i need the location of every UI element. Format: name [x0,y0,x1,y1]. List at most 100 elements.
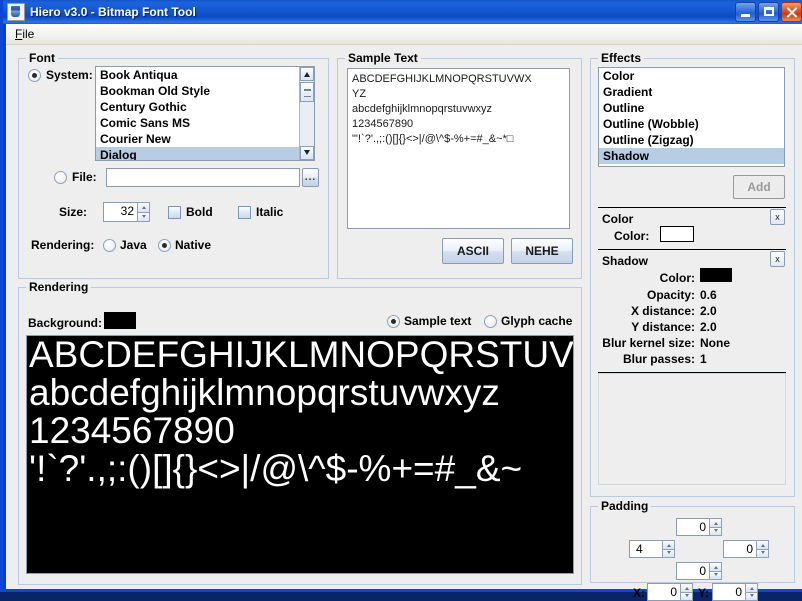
padding-y-stepper[interactable] [745,583,758,601]
color-effect-color-label: Color: [614,229,649,243]
stepper-down-icon[interactable] [137,212,150,223]
background-color-swatch[interactable] [104,312,136,329]
file-font-radio[interactable] [54,171,67,184]
browse-font-file-button[interactable]: ... [302,168,319,187]
stepper-down-icon[interactable] [680,592,693,601]
scroll-up-icon[interactable] [300,67,314,81]
list-item[interactable]: Book Antiqua [96,67,314,83]
padding-left-spinner[interactable]: 4 [629,540,675,558]
rendering-native-radio[interactable] [158,239,171,252]
padding-right-spinner[interactable]: 0 [723,540,769,558]
padding-top-value[interactable]: 0 [676,518,709,536]
background-label: Background: [28,316,102,330]
stepper-up-icon[interactable] [662,540,675,549]
system-font-radio[interactable] [28,69,41,82]
scroll-down-icon[interactable] [300,146,314,160]
padding-x-value[interactable]: 0 [647,583,680,601]
scrollbar-thumb[interactable] [300,82,314,102]
padding-right-stepper[interactable] [756,540,769,558]
preview-line: abcdefghijklmnopqrstuvwxyz [27,374,573,412]
maximize-button[interactable] [758,2,779,22]
shadow-color-swatch[interactable] [700,268,732,282]
preview-line: ABCDEFGHIJKLMNOPQRSTUV [27,336,573,374]
shadow-y-distance-value[interactable]: 2.0 [700,320,717,334]
sample-text-group-title: Sample Text [345,51,421,65]
rendering-java-radio[interactable] [103,239,116,252]
rendering-mode-label: Rendering: [31,238,94,252]
padding-top-spinner[interactable]: 0 [676,518,722,536]
padding-y-spinner[interactable]: 0 [712,583,758,601]
stepper-down-icon[interactable] [756,549,769,559]
list-item[interactable]: Courier New [96,131,314,147]
effects-list[interactable]: Color Gradient Outline Outline (Wobble) … [598,67,785,167]
remove-shadow-effect-button[interactable]: x [770,251,785,267]
font-size-spinner[interactable]: 32 [103,202,150,222]
sample-text-view-radio[interactable] [387,315,400,328]
nehe-button[interactable]: NEHE [511,238,573,264]
shadow-x-distance-value[interactable]: 2.0 [700,304,717,318]
padding-bottom-spinner[interactable]: 0 [676,562,722,580]
font-preview-canvas[interactable]: ABCDEFGHIJKLMNOPQRSTUV abcdefghijklmnopq… [26,335,574,574]
client-area: File Font System: Book Antiqua Bookman O… [6,24,802,589]
padding-bottom-stepper[interactable] [709,562,722,580]
close-button[interactable] [781,2,802,22]
list-item[interactable]: Outline [599,100,784,116]
list-item[interactable]: Gradient [599,84,784,100]
list-item-selected[interactable]: Shadow [599,148,784,164]
list-item-selected[interactable]: Dialog [96,147,314,161]
preview-line: 1234567890 [27,412,573,450]
list-item[interactable]: Bookman Old Style [96,83,314,99]
stepper-down-icon[interactable] [709,527,722,537]
stepper-up-icon[interactable] [680,583,693,592]
remove-color-effect-button[interactable]: x [770,209,785,225]
stepper-up-icon[interactable] [709,562,722,571]
sample-text-view-label: Sample text [404,314,471,328]
list-item[interactable]: Outline (Wobble) [599,116,784,132]
preview-line: '!`?'.,;:()[]{}<>|/@\^$-%+=#_&~ [27,450,573,488]
font-size-stepper[interactable] [137,202,150,222]
shadow-opacity-value[interactable]: 0.6 [700,288,717,302]
system-font-list[interactable]: Book Antiqua Bookman Old Style Century G… [95,66,315,161]
italic-checkbox[interactable] [238,206,251,219]
stepper-up-icon[interactable] [745,583,758,592]
glyph-cache-view-radio[interactable] [484,315,497,328]
rendering-native-label: Native [175,238,211,252]
padding-x-spinner[interactable]: 0 [647,583,693,601]
font-size-value[interactable]: 32 [103,202,137,222]
padding-bottom-value[interactable]: 0 [676,562,709,580]
menu-item-file[interactable]: File [15,27,34,41]
color-effect-color-swatch[interactable] [660,226,694,242]
ascii-button[interactable]: ASCII [442,238,504,264]
shadow-y-distance-label: Y distance: [612,320,695,334]
stepper-up-icon[interactable] [137,202,150,212]
bold-checkbox[interactable] [168,206,181,219]
list-item[interactable]: Comic Sans MS [96,115,314,131]
minimize-button[interactable] [735,2,756,22]
menu-item-file-rest: ile [22,27,34,41]
shadow-blur-kernel-size-value[interactable]: None [700,336,730,350]
glyph-cache-view-label: Glyph cache [501,314,572,328]
list-item[interactable]: Color [599,68,784,84]
sample-text-input[interactable]: ABCDEFGHIJKLMNOPQRSTUVWX YZ abcdefghijkl… [347,68,570,229]
font-file-input[interactable] [106,168,300,187]
file-font-label: File: [72,170,97,184]
padding-left-stepper[interactable] [662,540,675,558]
sample-text-line: YZ [352,87,565,102]
padding-y-value[interactable]: 0 [712,583,745,601]
window-controls [735,2,802,22]
stepper-down-icon[interactable] [662,549,675,559]
stepper-up-icon[interactable] [709,518,722,527]
stepper-down-icon[interactable] [745,592,758,601]
shadow-blur-passes-value[interactable]: 1 [700,352,707,366]
shadow-blur-passes-label: Blur passes: [612,352,695,366]
padding-right-value[interactable]: 0 [723,540,756,558]
font-list-scrollbar[interactable] [299,67,314,160]
padding-left-value[interactable]: 4 [629,540,662,558]
padding-top-stepper[interactable] [709,518,722,536]
stepper-up-icon[interactable] [756,540,769,549]
padding-x-stepper[interactable] [680,583,693,601]
stepper-down-icon[interactable] [709,571,722,581]
add-effect-button[interactable]: Add [733,175,785,199]
list-item[interactable]: Century Gothic [96,99,314,115]
list-item[interactable]: Outline (Zigzag) [599,132,784,148]
